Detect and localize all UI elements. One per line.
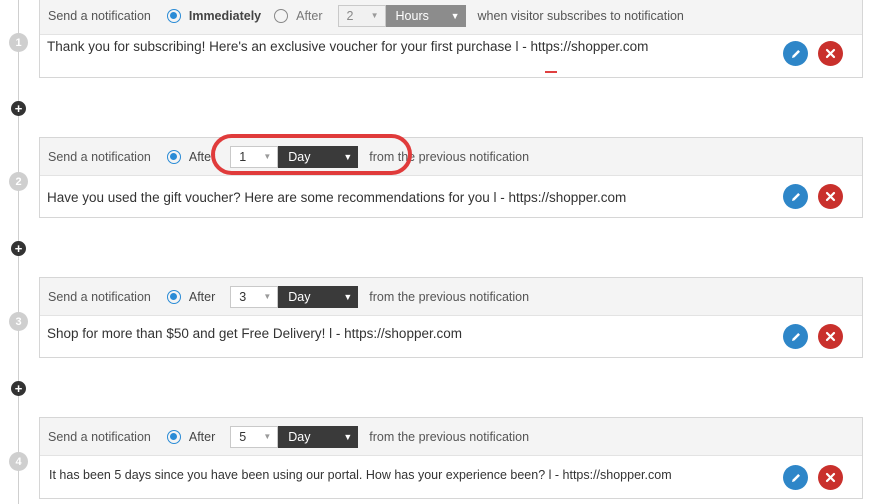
card-header: Send a notification After 3 ▼ Day ▼ from… — [40, 278, 862, 316]
card-header: Send a notification After 1 ▼ Day ▼ from… — [40, 138, 862, 176]
notification-message: It has been 5 days since you have been u… — [49, 468, 672, 482]
close-icon — [825, 331, 836, 342]
edit-button[interactable] — [783, 324, 808, 349]
delay-unit-value: Day — [288, 289, 311, 304]
radio-after[interactable] — [166, 289, 181, 304]
add-step-button[interactable]: + — [11, 381, 26, 396]
delay-unit-value: Day — [288, 149, 311, 164]
trigger-suffix: from the previous notification — [369, 149, 530, 164]
pencil-icon — [791, 473, 800, 482]
step-number-4: 4 — [9, 452, 28, 471]
after-label: After — [188, 289, 216, 304]
notification-message: Shop for more than $50 and get Free Deli… — [47, 326, 462, 341]
card-body: Shop for more than $50 and get Free Deli… — [40, 316, 862, 357]
pencil-icon — [791, 192, 800, 201]
card-header: Send a notification Immediately After 2 … — [40, 0, 862, 35]
trigger-suffix: when visitor subscribes to notification — [477, 8, 684, 23]
radio-immediately[interactable] — [166, 8, 181, 23]
trigger-suffix: from the previous notification — [369, 289, 530, 304]
chevron-down-icon: ▼ — [343, 291, 353, 302]
radio-after[interactable] — [166, 429, 181, 444]
delete-button[interactable] — [818, 41, 843, 66]
cursor-marker — [545, 71, 557, 73]
card-body: It has been 5 days since you have been u… — [40, 456, 862, 498]
card-header: Send a notification After 5 ▼ Day ▼ from… — [40, 418, 862, 456]
chevron-down-icon: ▼ — [450, 10, 460, 21]
notification-message: Have you used the gift voucher? Here are… — [47, 190, 627, 205]
radio-after[interactable] — [166, 149, 181, 164]
chevron-down-icon: ▼ — [370, 11, 379, 20]
radio-after[interactable] — [274, 8, 289, 23]
immediately-label: Immediately — [188, 8, 262, 23]
edit-button[interactable] — [783, 184, 808, 209]
trigger-suffix: from the previous notification — [369, 429, 530, 444]
delay-amount-select[interactable]: 2 ▼ — [337, 4, 386, 27]
plus-icon: + — [14, 241, 23, 256]
notification-card-4: Send a notification After 5 ▼ Day ▼ from… — [39, 417, 863, 499]
chevron-down-icon: ▼ — [263, 432, 272, 441]
delay-unit-value: Hours — [395, 8, 429, 23]
plus-icon: + — [14, 381, 23, 396]
send-notification-label: Send a notification — [48, 289, 151, 304]
notification-card-2: Send a notification After 1 ▼ Day ▼ from… — [39, 137, 863, 218]
delay-unit-select[interactable]: Day ▼ — [278, 145, 359, 168]
chevron-down-icon: ▼ — [343, 151, 353, 162]
send-notification-label: Send a notification — [48, 429, 151, 444]
after-label: After — [188, 429, 216, 444]
step-number-3: 3 — [9, 312, 28, 331]
after-label: After — [188, 149, 216, 164]
delay-amount-select[interactable]: 1 ▼ — [230, 145, 279, 168]
card-body: Have you used the gift voucher? Here are… — [40, 176, 862, 217]
plus-icon: + — [14, 101, 23, 116]
chevron-down-icon: ▼ — [263, 292, 272, 301]
delete-button[interactable] — [818, 324, 843, 349]
send-notification-label: Send a notification — [48, 8, 151, 23]
edit-button[interactable] — [783, 465, 808, 490]
delay-amount-value: 3 — [239, 289, 247, 304]
chevron-down-icon: ▼ — [343, 431, 353, 442]
delay-unit-value: Day — [288, 429, 311, 444]
delay-amount-value: 1 — [239, 149, 247, 164]
after-label: After — [296, 8, 323, 23]
send-notification-label: Send a notification — [48, 149, 151, 164]
delete-button[interactable] — [818, 184, 843, 209]
close-icon — [825, 48, 836, 59]
step-number-1: 1 — [9, 33, 28, 52]
chevron-down-icon: ▼ — [263, 152, 272, 161]
delay-amount-value: 2 — [346, 8, 354, 23]
delay-unit-select[interactable]: Day ▼ — [278, 285, 359, 308]
delay-amount-select[interactable]: 5 ▼ — [230, 425, 279, 448]
close-icon — [825, 191, 836, 202]
card-body: Thank you for subscribing! Here's an exc… — [40, 35, 862, 77]
notification-card-1: Send a notification Immediately After 2 … — [39, 0, 863, 78]
notification-message: Thank you for subscribing! Here's an exc… — [47, 39, 649, 54]
delay-amount-value: 5 — [239, 429, 247, 444]
delay-unit-select[interactable]: Day ▼ — [278, 425, 359, 448]
pencil-icon — [791, 49, 800, 58]
edit-button[interactable] — [783, 41, 808, 66]
pencil-icon — [791, 332, 800, 341]
close-icon — [825, 472, 836, 483]
delay-unit-select[interactable]: Hours ▼ — [385, 4, 466, 27]
notification-card-3: Send a notification After 3 ▼ Day ▼ from… — [39, 277, 863, 358]
delete-button[interactable] — [818, 465, 843, 490]
step-number-2: 2 — [9, 172, 28, 191]
delay-amount-select[interactable]: 3 ▼ — [230, 285, 279, 308]
add-step-button[interactable]: + — [11, 241, 26, 256]
add-step-button[interactable]: + — [11, 101, 26, 116]
